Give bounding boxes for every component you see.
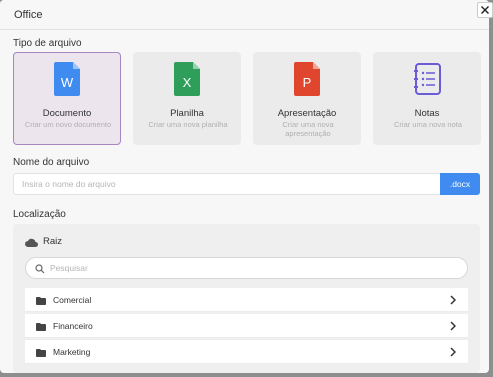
chevron-right-icon — [450, 321, 456, 331]
type-card-title: Documento — [42, 108, 92, 119]
type-card-notas[interactable]: Notas Criar uma nova nota — [373, 52, 481, 145]
folder-icon — [36, 349, 46, 357]
file-extension-badge: .docx — [440, 173, 480, 195]
folder-icon — [36, 297, 46, 305]
folder-label: Marketing — [53, 347, 91, 357]
root-folder-label: Raiz — [43, 236, 63, 247]
spreadsheet-icon: X — [174, 62, 200, 96]
type-card-apresentacao[interactable]: P Apresentação Criar uma nova apresentaç… — [253, 52, 361, 145]
file-name-label: Nome do arquivo — [13, 157, 90, 168]
presentation-letter: P — [303, 75, 312, 90]
folder-label: Comercial — [53, 295, 92, 305]
cloud-icon — [25, 238, 38, 247]
file-name-input[interactable] — [13, 173, 440, 195]
type-card-subtitle: Criar uma nova planilha — [148, 120, 228, 129]
folder-icon — [36, 323, 46, 331]
word-doc-letter: W — [61, 75, 74, 90]
close-button[interactable] — [477, 2, 493, 18]
location-label: Localização — [13, 209, 66, 220]
folder-row-marketing[interactable]: Marketing — [25, 340, 468, 364]
spreadsheet-letter: X — [183, 75, 192, 90]
type-card-planilha[interactable]: X Planilha Criar uma nova planilha — [133, 52, 241, 145]
type-card-subtitle: Criar um novo documento — [24, 120, 112, 129]
file-type-label: Tipo de arquivo — [13, 38, 82, 49]
presentation-icon: P — [294, 62, 320, 96]
type-card-title: Notas — [414, 108, 440, 119]
folder-search-box[interactable] — [25, 257, 468, 279]
chevron-right-icon — [450, 347, 456, 357]
folder-row-financeiro[interactable]: Financeiro — [25, 314, 468, 338]
close-icon — [481, 6, 489, 14]
chevron-right-icon — [450, 295, 456, 305]
dialog-title: Office — [14, 9, 43, 21]
location-panel: Raiz Comercial Financeiro — [13, 224, 480, 373]
office-dialog: Office Tipo de arquivo W Documento Criar… — [0, 0, 489, 373]
notes-icon — [414, 63, 441, 95]
type-card-subtitle: Criar uma nova apresentação — [282, 120, 334, 138]
folder-label: Financeiro — [53, 321, 93, 331]
search-icon — [35, 264, 45, 274]
type-card-title: Apresentação — [277, 108, 337, 119]
word-doc-icon: W — [54, 62, 80, 96]
type-card-subtitle: Criar uma nova nota — [394, 120, 462, 129]
type-card-title: Planilha — [170, 108, 204, 119]
dialog-titlebar: Office — [0, 0, 489, 30]
folder-search-input[interactable] — [50, 260, 450, 276]
type-card-documento[interactable]: W Documento Criar um novo documento — [13, 52, 121, 145]
folder-row-comercial[interactable]: Comercial — [25, 288, 468, 312]
